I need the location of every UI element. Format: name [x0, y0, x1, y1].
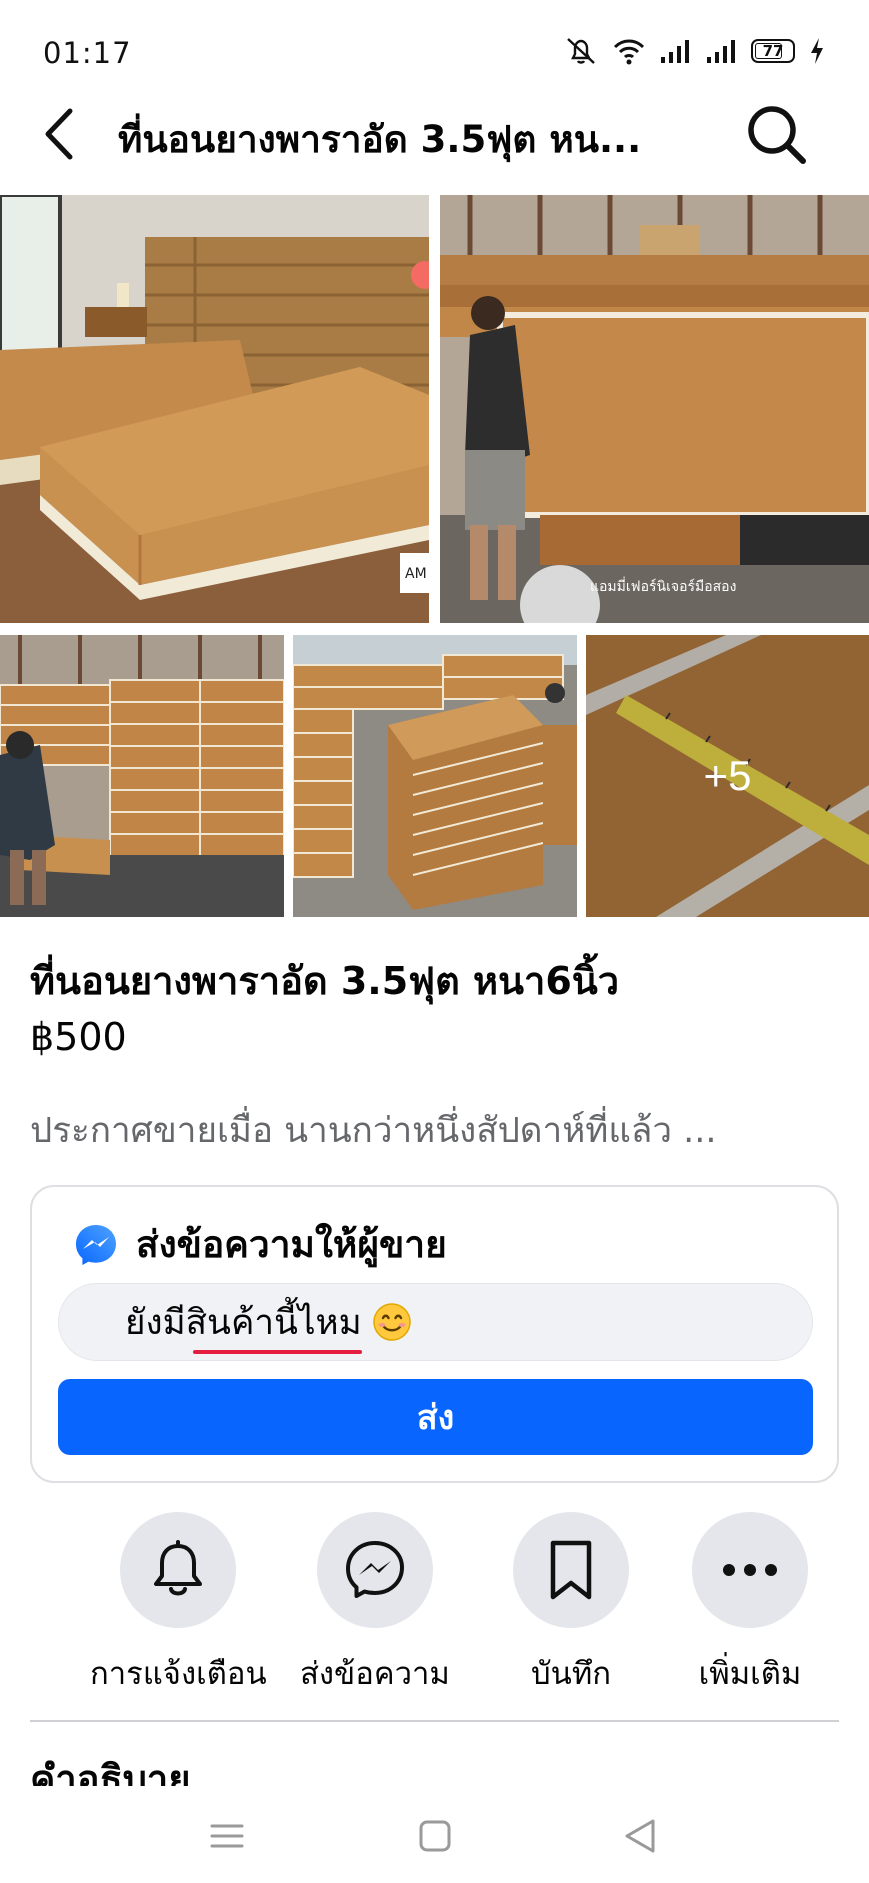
- signal-icon: [707, 40, 735, 63]
- more-photos-count: +5: [586, 635, 869, 917]
- messenger-icon: [76, 1224, 116, 1265]
- more-icon: [723, 1564, 777, 1576]
- bookmark-icon: [550, 1540, 592, 1600]
- action-row: การแจ้งเตือน ส่งข้อความ บันทึก เพิ่มเติม: [0, 1512, 869, 1692]
- listing-photo[interactable]: [0, 635, 284, 917]
- mute-icon: [567, 38, 595, 64]
- notify-button[interactable]: การแจ้งเตือน: [90, 1512, 267, 1698]
- svg-text:AM: AM: [405, 566, 427, 582]
- message-seller-header: ส่งข้อความให้ผู้ขาย: [74, 1215, 447, 1274]
- listing-price: ฿500: [30, 1015, 127, 1059]
- message-input[interactable]: ยังมีสินค้านี้ไหม: [58, 1283, 813, 1361]
- spellcheck-underline: [193, 1349, 362, 1354]
- messenger-icon: [345, 1541, 404, 1598]
- photo-gallery: AM แอมมี่เฟอร์นิเจอร์มือสอง +5: [0, 193, 869, 917]
- signal-icon: [661, 40, 689, 63]
- home-icon: [419, 1820, 451, 1852]
- status-icons: 77: [563, 34, 825, 68]
- battery-level: 77: [762, 42, 784, 60]
- notify-icon-circle[interactable]: [120, 1512, 237, 1628]
- system-nav-bar: [0, 1786, 869, 1883]
- notify-label: การแจ้งเตือน: [90, 1656, 267, 1692]
- more-button[interactable]: เพิ่มเติม: [692, 1512, 808, 1698]
- save-button[interactable]: บันทึก: [513, 1512, 629, 1698]
- header: ที่นอนยางพาราอัด 3.5ฟุต หน...: [0, 100, 869, 192]
- smile-emoji-icon: [372, 1303, 411, 1341]
- listing-photo[interactable]: [293, 635, 577, 917]
- more-label: เพิ่มเติม: [698, 1656, 802, 1692]
- listing-meta: ประกาศขายเมื่อ นานกว่าหนึ่งสัปดาห์ที่แล้…: [30, 1111, 717, 1151]
- send-button[interactable]: ส่ง: [58, 1379, 813, 1455]
- message-seller-card: ส่งข้อความให้ผู้ขาย ยังมีสินค้านี้ไหม ส่…: [30, 1185, 839, 1483]
- battery-icon: 77: [751, 39, 795, 63]
- menu-button[interactable]: [202, 1814, 252, 1858]
- save-label: บันทึก: [530, 1656, 612, 1692]
- message-button[interactable]: ส่งข้อความ: [300, 1512, 450, 1698]
- listing-photo-more[interactable]: +5: [586, 635, 869, 917]
- listing-photo[interactable]: AM: [0, 195, 429, 623]
- back-arrow-icon: [45, 108, 73, 160]
- charging-icon: [811, 38, 823, 64]
- menu-icon: [210, 1824, 244, 1848]
- listing-title: ที่นอนยางพาราอัด 3.5ฟุต หนา6นิ้ว: [30, 959, 620, 1003]
- bell-icon: [154, 1540, 203, 1596]
- back-icon: [625, 1819, 655, 1853]
- search-icon: [748, 106, 806, 164]
- description-heading: คำอธิบาย: [30, 1757, 191, 1786]
- divider: [30, 1720, 839, 1722]
- back-button[interactable]: [34, 104, 84, 164]
- home-button[interactable]: [410, 1814, 460, 1858]
- status-time: 01:17: [43, 36, 132, 70]
- message-input-text: ยังมีสินค้านี้ไหม: [125, 1302, 362, 1343]
- search-button[interactable]: [742, 100, 812, 170]
- message-label: ส่งข้อความ: [300, 1656, 450, 1692]
- save-icon-circle[interactable]: [513, 1512, 629, 1628]
- message-seller-title: ส่งข้อความให้ผู้ขาย: [136, 1223, 447, 1266]
- system-back-button[interactable]: [615, 1814, 665, 1858]
- page-title: ที่นอนยางพาราอัด 3.5ฟุต หน...: [118, 118, 642, 161]
- watermark-text: แอมมี่เฟอร์นิเจอร์มือสอง: [590, 577, 736, 595]
- status-bar: 01:17 77: [0, 0, 869, 100]
- listing-photo[interactable]: แอมมี่เฟอร์นิเจอร์มือสอง: [440, 195, 869, 623]
- message-icon-circle[interactable]: [316, 1512, 433, 1628]
- more-icon-circle[interactable]: [692, 1512, 808, 1628]
- wifi-icon: [613, 39, 645, 65]
